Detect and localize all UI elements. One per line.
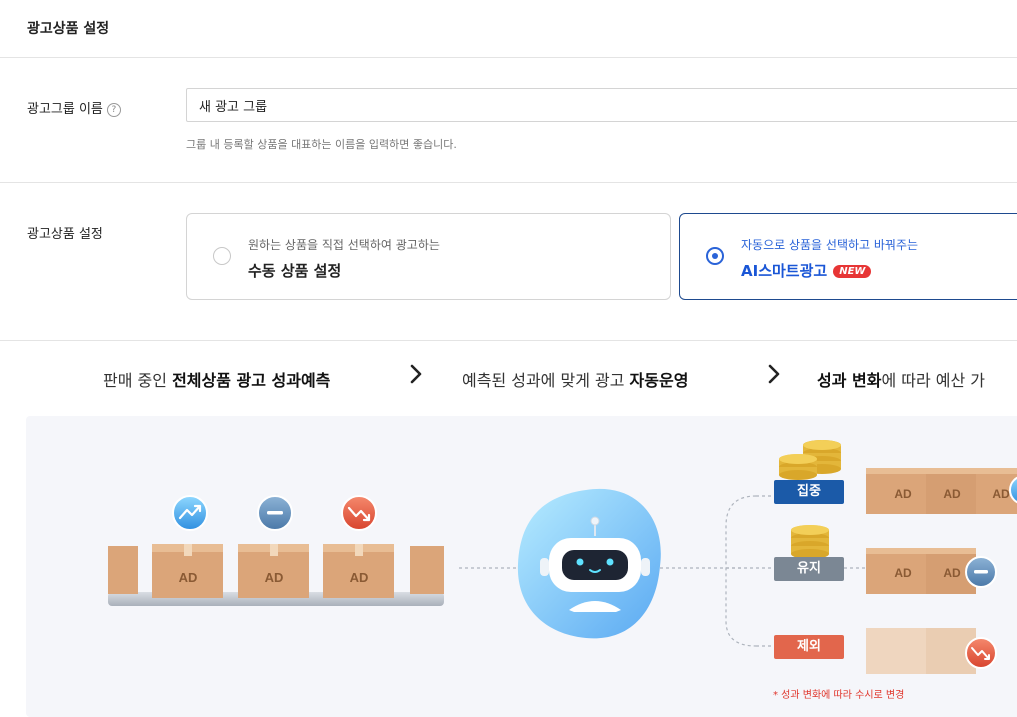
flow-step-3-text: 에 따라 예산 가: [881, 371, 986, 390]
divider: [0, 57, 1017, 58]
trend-down-icon: [965, 637, 997, 669]
flow-step-2-text: 예측된 성과에 맞게 광고: [462, 371, 630, 390]
product-setting-label: 광고상품 설정: [27, 227, 103, 242]
box-label: AD: [350, 570, 369, 585]
group-name-label: 광고그룹 이름: [27, 102, 103, 117]
flow-step-1: 판매 중인 전체상품 광고 성과예측: [103, 367, 330, 391]
ai-smart-ad-option[interactable]: 자동으로 상품을 선택하고 바꿔주는 AI스마트광고 NEW: [679, 213, 1017, 300]
box-label: AD: [943, 566, 961, 580]
box-label: AD: [894, 566, 912, 580]
trend-down-icon: [341, 495, 377, 531]
flow-step-2-bold: 자동운영: [629, 371, 689, 390]
box-label: AD: [179, 570, 198, 585]
tag-exclude: 제외: [774, 635, 844, 659]
box-partial: [410, 546, 444, 594]
manual-option-desc: 원하는 상품을 직접 선택하여 광고하는: [248, 238, 440, 252]
tag-focus: 집중: [774, 480, 844, 504]
new-badge: NEW: [833, 265, 872, 278]
box-label: AD: [943, 487, 961, 501]
manual-setting-option[interactable]: 원하는 상품을 직접 선택하여 광고하는 수동 상품 설정: [186, 213, 671, 300]
flow-step-1-bold: 전체상품 광고 성과예측: [172, 371, 331, 390]
group-name-label-row: 광고그룹 이름?: [27, 98, 121, 117]
divider: [0, 182, 1017, 183]
box-label: AD: [992, 487, 1010, 501]
trend-up-icon: [172, 495, 208, 531]
coin-stack-icon: [779, 440, 841, 480]
illustration-graphic: AD AD AD AD AD AD AD AD: [108, 440, 1017, 674]
chevron-right-icon: [409, 363, 423, 390]
section-title: 광고상품 설정: [27, 21, 110, 37]
flow-step-3-bold: 성과 변화: [817, 371, 882, 390]
box-partial: [108, 546, 138, 594]
ai-smart-ad-radio[interactable]: [706, 247, 724, 265]
flow-step-1-text: 판매 중인: [103, 371, 173, 390]
manual-option-title: 수동 상품 설정: [248, 262, 342, 280]
change-note: * 성과 변화에 따라 수시로 변경: [773, 690, 905, 701]
group-name-hint: 그룹 내 등록할 상품을 대표하는 이름을 입력하면 좋습니다.: [186, 138, 457, 151]
question-circle-icon[interactable]: ?: [106, 102, 121, 117]
manual-radio[interactable]: [213, 247, 231, 265]
chevron-right-icon: [767, 363, 781, 390]
group-name-input[interactable]: [186, 88, 1017, 122]
tag-maintain: 유지: [774, 557, 844, 581]
minus-icon: [257, 495, 293, 531]
box-label: AD: [265, 570, 284, 585]
ai-option-desc: 자동으로 상품을 선택하고 바꿔주는: [741, 238, 919, 252]
ai-robot-icon: [517, 488, 661, 639]
ad-box-faded: [866, 628, 976, 674]
flow-step-2: 예측된 성과에 맞게 광고 자동운영: [462, 367, 688, 391]
minus-icon: [965, 556, 997, 588]
ai-option-title-row: AI스마트광고 NEW: [741, 260, 872, 281]
coin-stack-icon: [791, 525, 829, 559]
ai-option-title: AI스마트광고: [741, 262, 828, 280]
divider: [0, 340, 1017, 341]
box-label: AD: [894, 487, 912, 501]
flow-step-3: 성과 변화에 따라 예산 가: [817, 367, 985, 391]
ai-smart-ad-illustration: AD AD AD AD AD AD AD AD 집중 유지 제외 * 성과 변화…: [26, 416, 1017, 717]
